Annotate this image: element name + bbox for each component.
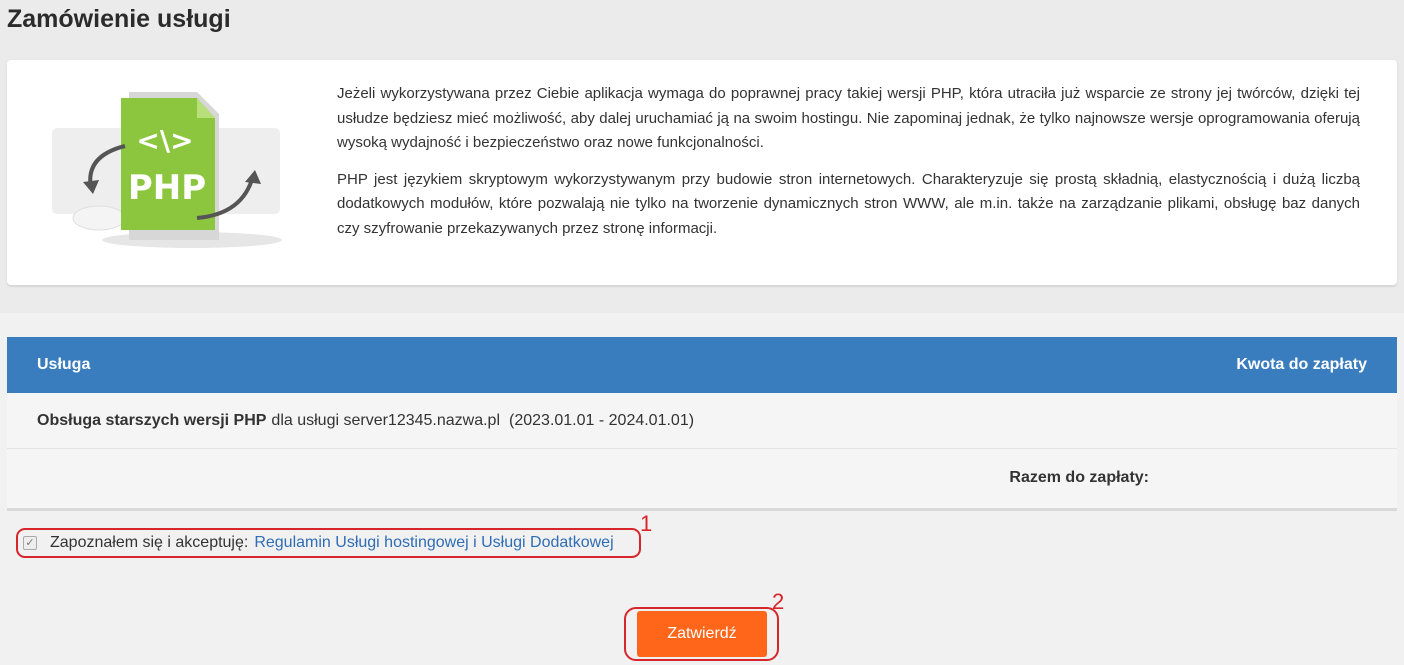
php-label: PHP [128,168,206,208]
service-target: dla usługi server12345.nazwa.pl [271,411,501,429]
annotation-marker-2: 2 [772,589,785,614]
description-paragraph-2: PHP jest językiem skryptowym wykorzystyw… [337,170,1360,237]
total-label: Razem do zapłaty: [1009,469,1149,486]
order-table: Usługa Kwota do zapłaty Obsługa starszyc… [7,337,1397,511]
table-row: Obsługa starszych wersji PHP dla usługi … [7,393,1397,449]
service-description: Jeżeli wykorzystywana przez Ciebie aplik… [337,82,1360,241]
terms-label: Zapoznałem się i akceptuję: [50,534,249,551]
terms-acceptance[interactable]: ✓ Zapoznałem się i akceptuję: Regulamin … [16,528,641,558]
php-file-icon: <\> PHP [52,92,282,248]
service-period: (2023.01.01 - 2024.01.01) [509,411,695,429]
total-row: Razem do zapłaty: [7,449,1397,507]
service-name: Obsługa starszych wersji PHP [37,411,267,429]
checkmark-icon: ✓ [25,536,35,549]
submit-button[interactable]: Zatwierdź [637,611,767,657]
description-paragraph-1: Jeżeli wykorzystywana przez Ciebie aplik… [337,85,1360,151]
code-symbol: <\> [136,124,193,157]
terms-checkbox[interactable]: ✓ [23,536,37,550]
service-info-card: <\> PHP Jeżeli wykorzystywana przez Cieb… [7,60,1397,285]
terms-link[interactable]: Regulamin Usługi hostingowej i Usługi Do… [254,534,613,552]
table-header: Usługa Kwota do zapłaty [7,337,1397,393]
annotation-marker-1: 1 [640,511,653,536]
column-header-amount: Kwota do zapłaty [1236,356,1367,373]
order-page: Zamówienie usługi <\> PHP Jeżeli wykorzy… [0,0,1404,665]
column-header-service: Usługa [37,356,91,373]
page-title: Zamówienie usługi [7,5,231,33]
